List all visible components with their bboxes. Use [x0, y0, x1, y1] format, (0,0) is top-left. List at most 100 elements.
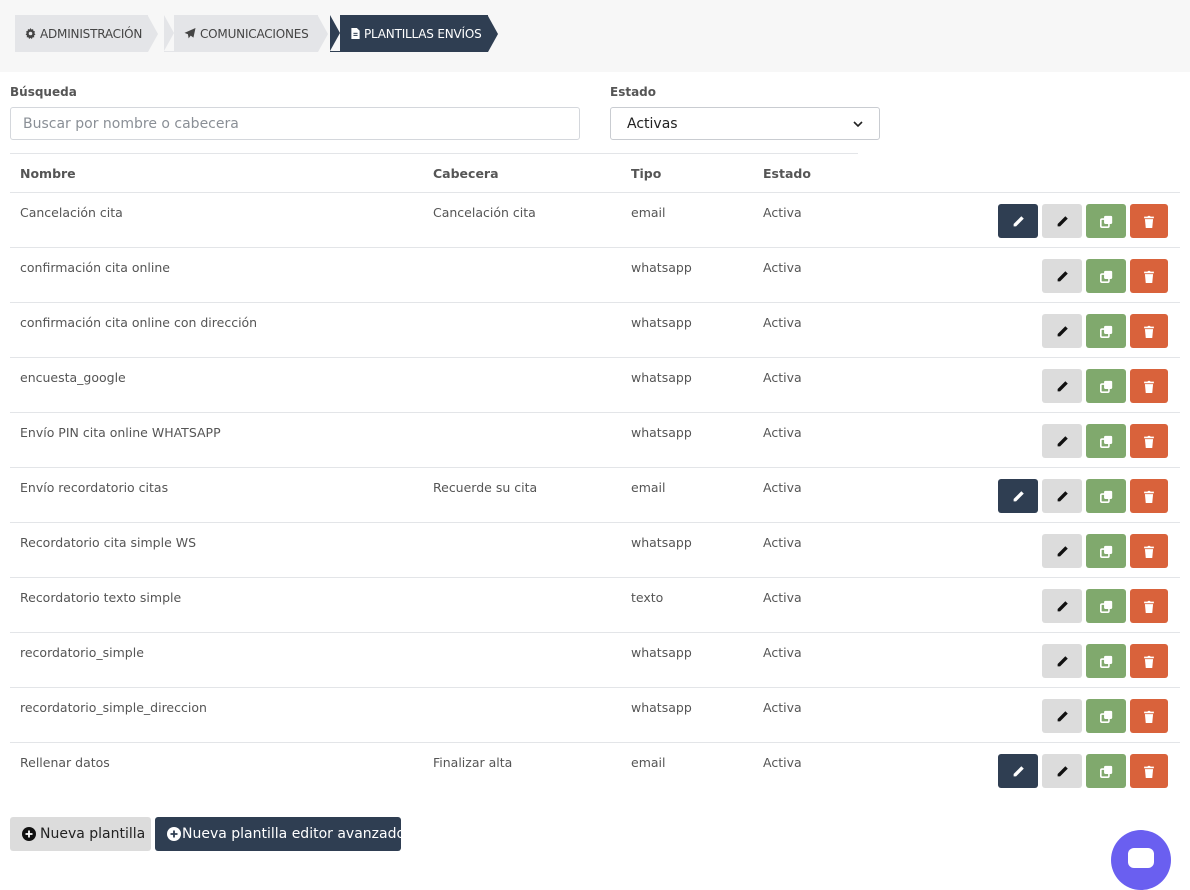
cell-status: Activa	[763, 480, 802, 495]
pencil-icon	[1056, 270, 1069, 283]
copy-icon	[1099, 380, 1113, 393]
delete-button[interactable]	[1130, 534, 1168, 568]
new-template-button[interactable]: Nueva plantilla	[10, 817, 151, 851]
trash-icon	[1143, 765, 1155, 778]
search-input[interactable]: Buscar por nombre o cabecera	[10, 107, 580, 140]
cell-name: recordatorio_simple_direccion	[20, 700, 207, 715]
cell-type: whatsapp	[631, 425, 692, 440]
copy-icon	[1099, 270, 1113, 283]
cell-name: Cancelación cita	[20, 205, 123, 220]
delete-button[interactable]	[1130, 259, 1168, 293]
duplicate-button[interactable]	[1086, 369, 1126, 403]
edit-button[interactable]	[1042, 644, 1082, 678]
column-header-status: Estado	[763, 166, 811, 181]
new-advanced-template-button[interactable]: Nueva plantilla editor avanzado	[155, 817, 405, 851]
breadcrumb-label: COMUNICACIONES	[200, 26, 309, 41]
delete-button[interactable]	[1130, 479, 1168, 513]
duplicate-button[interactable]	[1086, 534, 1126, 568]
table-row: Recordatorio texto simple texto Activa	[10, 577, 1180, 632]
cell-status: Activa	[763, 535, 802, 550]
cell-name: Rellenar datos	[20, 755, 110, 770]
table-row: Rellenar datos Finalizar alta email Activa	[10, 742, 1180, 797]
cell-status: Activa	[763, 370, 802, 385]
duplicate-button[interactable]	[1086, 204, 1126, 238]
advanced-edit-button[interactable]	[998, 204, 1038, 238]
delete-button[interactable]	[1130, 589, 1168, 623]
edit-button[interactable]	[1042, 699, 1082, 733]
top-bar: ADMINISTRACIÓN COMUNICACIONES PLANTILLAS…	[0, 0, 1190, 72]
pencil-icon	[1056, 545, 1069, 558]
delete-button[interactable]	[1130, 644, 1168, 678]
table-row: encuesta_google whatsapp Activa	[10, 357, 1180, 412]
cell-name: recordatorio_simple	[20, 645, 144, 660]
search-label: Búsqueda	[10, 85, 77, 99]
copy-icon	[1099, 710, 1113, 723]
edit-button[interactable]	[1042, 479, 1082, 513]
duplicate-button[interactable]	[1086, 479, 1126, 513]
edit-button[interactable]	[1042, 754, 1082, 788]
edit-button[interactable]	[1042, 259, 1082, 293]
chat-launcher-button[interactable]	[1111, 830, 1171, 890]
trash-icon	[1143, 435, 1155, 448]
delete-button[interactable]	[1130, 699, 1168, 733]
cell-name: Envío PIN cita online WHATSAPP	[20, 425, 221, 440]
table-row: Envío PIN cita online WHATSAPP whatsapp Ac…	[10, 412, 1180, 467]
edit-button[interactable]	[1042, 589, 1082, 623]
edit-button[interactable]	[1042, 369, 1082, 403]
table-row: Envío recordatorio citas Recuerde su cita…	[10, 467, 1180, 522]
table-row: confirmación cita online con dirección wh…	[10, 302, 1180, 357]
cell-status: Activa	[763, 590, 802, 605]
plus-circle-icon	[167, 827, 181, 841]
cell-status: Activa	[763, 260, 802, 275]
breadcrumb-administracion[interactable]: ADMINISTRACIÓN	[15, 15, 158, 52]
breadcrumb-comunicaciones[interactable]: COMUNICACIONES	[164, 15, 328, 52]
trash-icon	[1143, 655, 1155, 668]
advanced-edit-button[interactable]	[998, 754, 1038, 788]
table-row: recordatorio_simple whatsapp Activa	[10, 632, 1180, 687]
cell-header: Cancelación cita	[433, 205, 536, 220]
duplicate-button[interactable]	[1086, 699, 1126, 733]
duplicate-button[interactable]	[1086, 644, 1126, 678]
table-row: Recordatorio cita simple WS whatsapp Activ…	[10, 522, 1180, 577]
copy-icon	[1099, 655, 1113, 668]
duplicate-button[interactable]	[1086, 259, 1126, 293]
pencil-icon	[1012, 490, 1025, 503]
edit-button[interactable]	[1042, 424, 1082, 458]
edit-button[interactable]	[1042, 534, 1082, 568]
chat-icon	[1128, 848, 1154, 868]
cell-status: Activa	[763, 425, 802, 440]
pencil-icon	[1056, 490, 1069, 503]
duplicate-button[interactable]	[1086, 314, 1126, 348]
edit-button[interactable]	[1042, 204, 1082, 238]
duplicate-button[interactable]	[1086, 424, 1126, 458]
edit-button[interactable]	[1042, 314, 1082, 348]
plus-circle-icon	[22, 827, 36, 841]
cell-name: Recordatorio texto simple	[20, 590, 182, 605]
pencil-icon	[1056, 765, 1069, 778]
cell-status: Activa	[763, 315, 802, 330]
delete-button[interactable]	[1130, 754, 1168, 788]
delete-button[interactable]	[1130, 204, 1168, 238]
cell-name: Recordatorio cita simple WS	[20, 535, 197, 550]
cell-type: whatsapp	[631, 370, 692, 385]
advanced-edit-button[interactable]	[998, 479, 1038, 513]
status-filter-label: Estado	[610, 85, 657, 99]
chevron-down-icon	[853, 116, 863, 132]
status-filter-select[interactable]: Activas	[610, 107, 880, 140]
status-filter-value: Activas	[627, 115, 678, 132]
cell-name: confirmación cita online	[20, 260, 170, 275]
copy-icon	[1099, 215, 1113, 228]
delete-button[interactable]	[1130, 314, 1168, 348]
duplicate-button[interactable]	[1086, 754, 1126, 788]
delete-button[interactable]	[1130, 424, 1168, 458]
cell-name: encuesta_google	[20, 370, 126, 385]
cell-type: whatsapp	[631, 700, 692, 715]
copy-icon	[1099, 490, 1113, 503]
table-row: recordatorio_simple_direccion whatsapp Act…	[10, 687, 1180, 742]
cell-name: confirmación cita online con dirección	[20, 315, 258, 330]
copy-icon	[1099, 765, 1113, 778]
duplicate-button[interactable]	[1086, 589, 1126, 623]
delete-button[interactable]	[1130, 369, 1168, 403]
cell-status: Activa	[763, 205, 802, 220]
breadcrumb-plantillas-envios[interactable]: PLANTILLAS ENVÍOS	[330, 15, 498, 52]
